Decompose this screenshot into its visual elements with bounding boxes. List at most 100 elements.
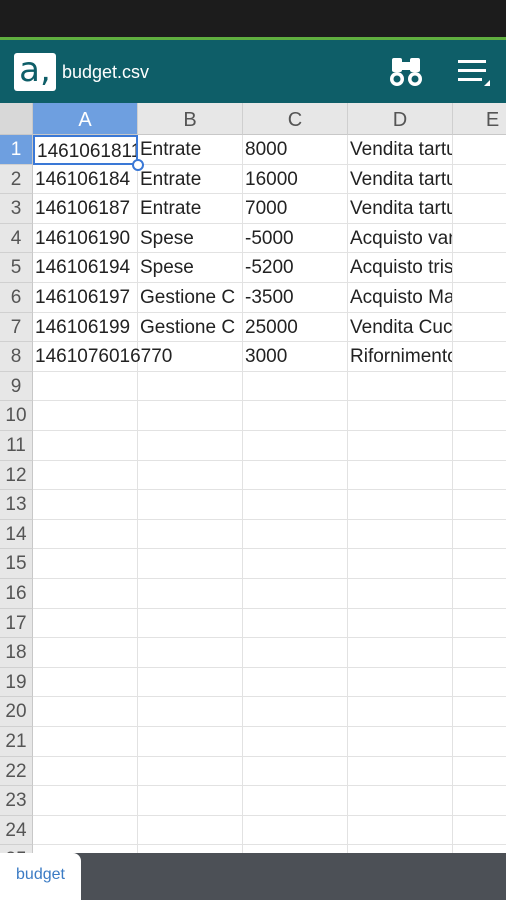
cell-c16[interactable] bbox=[243, 579, 348, 609]
cell-a12[interactable] bbox=[33, 460, 138, 491]
cell-c2[interactable]: 16000 bbox=[243, 164, 348, 195]
cell-b7[interactable]: Gestione C bbox=[138, 312, 243, 343]
select-all-corner[interactable] bbox=[0, 103, 33, 135]
cell-c20[interactable] bbox=[243, 697, 348, 727]
spreadsheet-grid[interactable]: ABCDE 11461061811Entrate8000Vendita tartu… bbox=[0, 103, 506, 853]
selection-handle[interactable] bbox=[132, 158, 144, 171]
cell-a9[interactable] bbox=[33, 371, 138, 402]
cell-b9[interactable] bbox=[138, 371, 243, 402]
cell-c11[interactable] bbox=[243, 431, 348, 461]
column-header-e[interactable]: E bbox=[453, 103, 506, 135]
cell-a15[interactable] bbox=[33, 549, 138, 579]
cell-b2[interactable]: Entrate bbox=[138, 164, 243, 195]
cell-a21[interactable] bbox=[33, 727, 138, 757]
cell-b17[interactable] bbox=[138, 608, 243, 639]
row-header-14[interactable]: 14 bbox=[0, 519, 33, 550]
row-header-21[interactable]: 21 bbox=[0, 727, 33, 757]
cell-c13[interactable] bbox=[243, 490, 348, 520]
cell-b19[interactable] bbox=[138, 667, 243, 698]
cell-a24[interactable] bbox=[33, 815, 138, 846]
row-header-8[interactable]: 8 bbox=[0, 342, 33, 372]
cell-c12[interactable] bbox=[243, 460, 348, 491]
row-header-17[interactable]: 17 bbox=[0, 608, 33, 639]
cell-a2[interactable]: 146106184 bbox=[33, 164, 138, 195]
cell-d24[interactable] bbox=[348, 815, 453, 846]
cell-e19[interactable] bbox=[453, 667, 506, 698]
cell-a22[interactable] bbox=[33, 756, 138, 787]
cell-a7[interactable]: 146106199 bbox=[33, 312, 138, 343]
cell-b12[interactable] bbox=[138, 460, 243, 491]
cell-e1[interactable] bbox=[453, 135, 506, 165]
row-header-20[interactable]: 20 bbox=[0, 697, 33, 727]
row-header-18[interactable]: 18 bbox=[0, 638, 33, 668]
cell-e20[interactable] bbox=[453, 697, 506, 727]
cell-a25[interactable] bbox=[33, 845, 138, 853]
cell-c25[interactable] bbox=[243, 845, 348, 853]
cell-d21[interactable] bbox=[348, 727, 453, 757]
cell-c18[interactable] bbox=[243, 638, 348, 668]
cell-b20[interactable] bbox=[138, 697, 243, 727]
cell-e7[interactable] bbox=[453, 312, 506, 343]
cell-e12[interactable] bbox=[453, 460, 506, 491]
cell-c3[interactable]: 7000 bbox=[243, 194, 348, 224]
cell-c14[interactable] bbox=[243, 519, 348, 550]
row-header-3[interactable]: 3 bbox=[0, 194, 33, 224]
cell-b1[interactable]: Entrate bbox=[138, 135, 243, 165]
menu-button[interactable] bbox=[452, 54, 492, 90]
cell-d19[interactable] bbox=[348, 667, 453, 698]
cell-c24[interactable] bbox=[243, 815, 348, 846]
row-header-6[interactable]: 6 bbox=[0, 283, 33, 313]
cell-e13[interactable] bbox=[453, 490, 506, 520]
cell-b25[interactable] bbox=[138, 845, 243, 853]
row-header-23[interactable]: 23 bbox=[0, 786, 33, 816]
cell-b16[interactable] bbox=[138, 579, 243, 609]
cell-d10[interactable] bbox=[348, 401, 453, 431]
cell-c21[interactable] bbox=[243, 727, 348, 757]
cell-c8[interactable]: 3000 bbox=[243, 342, 348, 372]
cell-e10[interactable] bbox=[453, 401, 506, 431]
cell-d4[interactable]: Acquisto vanghe bbox=[348, 223, 453, 254]
cell-e24[interactable] bbox=[453, 815, 506, 846]
cell-e6[interactable] bbox=[453, 283, 506, 313]
cell-d16[interactable] bbox=[348, 579, 453, 609]
cell-e25[interactable] bbox=[453, 845, 506, 853]
row-header-9[interactable]: 9 bbox=[0, 371, 33, 402]
cell-d17[interactable] bbox=[348, 608, 453, 639]
row-header-16[interactable]: 16 bbox=[0, 579, 33, 609]
cell-b5[interactable]: Spese bbox=[138, 253, 243, 283]
cell-c10[interactable] bbox=[243, 401, 348, 431]
cell-e11[interactable] bbox=[453, 431, 506, 461]
cell-d9[interactable] bbox=[348, 371, 453, 402]
cell-e4[interactable] bbox=[453, 223, 506, 254]
column-header-a[interactable]: A bbox=[33, 103, 138, 135]
column-header-b[interactable]: B bbox=[138, 103, 243, 135]
cell-e23[interactable] bbox=[453, 786, 506, 816]
cell-a17[interactable] bbox=[33, 608, 138, 639]
cell-a16[interactable] bbox=[33, 579, 138, 609]
cell-d18[interactable] bbox=[348, 638, 453, 668]
cell-b21[interactable] bbox=[138, 727, 243, 757]
cell-a10[interactable] bbox=[33, 401, 138, 431]
row-header-22[interactable]: 22 bbox=[0, 756, 33, 787]
row-header-5[interactable]: 5 bbox=[0, 253, 33, 283]
row-header-19[interactable]: 19 bbox=[0, 667, 33, 698]
cell-e18[interactable] bbox=[453, 638, 506, 668]
cell-e14[interactable] bbox=[453, 519, 506, 550]
cell-b11[interactable] bbox=[138, 431, 243, 461]
row-header-13[interactable]: 13 bbox=[0, 490, 33, 520]
row-header-4[interactable]: 4 bbox=[0, 223, 33, 254]
cell-b3[interactable]: Entrate bbox=[138, 194, 243, 224]
cell-c15[interactable] bbox=[243, 549, 348, 579]
cell-b15[interactable] bbox=[138, 549, 243, 579]
cell-a8[interactable]: 1461076016770 bbox=[33, 342, 172, 372]
cell-a1[interactable]: 1461061811 bbox=[33, 135, 138, 165]
row-header-25[interactable]: 25 bbox=[0, 845, 33, 853]
cell-c22[interactable] bbox=[243, 756, 348, 787]
cell-c9[interactable] bbox=[243, 371, 348, 402]
cell-c6[interactable]: -3500 bbox=[243, 283, 348, 313]
cell-c1[interactable]: 8000 bbox=[243, 135, 348, 165]
cell-a13[interactable] bbox=[33, 490, 138, 520]
cell-a5[interactable]: 146106194 bbox=[33, 253, 138, 283]
row-header-1[interactable]: 1 bbox=[0, 135, 33, 165]
cell-c19[interactable] bbox=[243, 667, 348, 698]
